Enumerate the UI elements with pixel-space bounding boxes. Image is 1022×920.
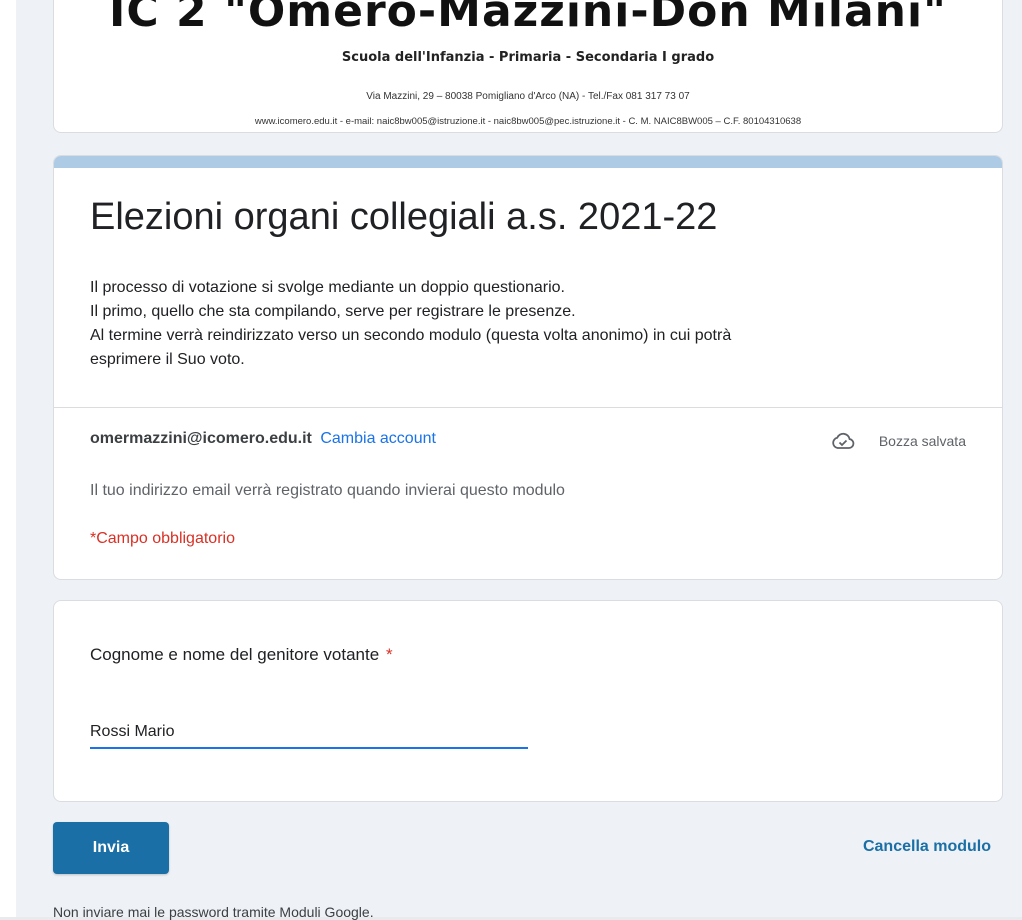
draft-status: Bozza salvata <box>831 432 966 450</box>
submit-button[interactable]: Invia <box>53 822 169 874</box>
form-title: Elezioni organi collegiali a.s. 2021-22 <box>90 196 718 238</box>
form-description-line: esprimere il Suo voto. <box>90 351 245 368</box>
question-card: Cognome e nome del genitore votante * <box>53 600 1003 802</box>
form-description-line: Il primo, quello che sta compilando, ser… <box>90 303 576 320</box>
question-label-text: Cognome e nome del genitore votante <box>90 645 380 664</box>
footer-note: Non inviare mai le password tramite Modu… <box>53 904 374 920</box>
clear-form-button[interactable]: Cancella modulo <box>863 838 991 856</box>
school-contacts: www.icomero.edu.it - e-mail: naic8bw005@… <box>254 116 802 127</box>
cloud-check-icon <box>832 432 855 449</box>
draft-status-label: Bozza salvata <box>878 433 966 449</box>
required-field-note: *Campo obbligatorio <box>90 530 235 547</box>
form-description-line: Il processo di votazione si svolge media… <box>90 279 565 296</box>
change-account-link[interactable]: Cambia account <box>320 430 436 447</box>
form-description: Il processo di votazione si svolge media… <box>90 276 970 372</box>
form-description-line: Al termine verrà reindirizzato verso un … <box>90 327 732 344</box>
parent-name-input[interactable] <box>90 719 528 747</box>
account-row: omermazzini@icomero.edu.it Cambia accoun… <box>90 430 436 448</box>
school-address: Via Mazzini, 29 – 80038 Pomigliano d'Arc… <box>366 91 690 102</box>
title-accent-bar <box>54 156 1002 168</box>
required-star: * <box>385 645 393 664</box>
divider <box>54 407 1002 408</box>
account-email: omermazzini@icomero.edu.it <box>90 430 312 447</box>
header-banner: IC 2 "Omero-Mazzini-Don Milani" Scuola d… <box>53 0 1003 133</box>
answer-field-wrapper <box>90 719 528 749</box>
school-subtitle: Scuola dell'Infanzia - Primaria - Second… <box>341 50 715 65</box>
form-title-card: Elezioni organi collegiali a.s. 2021-22 … <box>53 155 1003 580</box>
question-label: Cognome e nome del genitore votante * <box>90 645 393 665</box>
left-strip <box>0 0 16 917</box>
school-name: IC 2 "Omero-Mazzini-Don Milani" <box>109 0 947 37</box>
email-recording-note: Il tuo indirizzo email verrà registrato … <box>90 482 565 499</box>
